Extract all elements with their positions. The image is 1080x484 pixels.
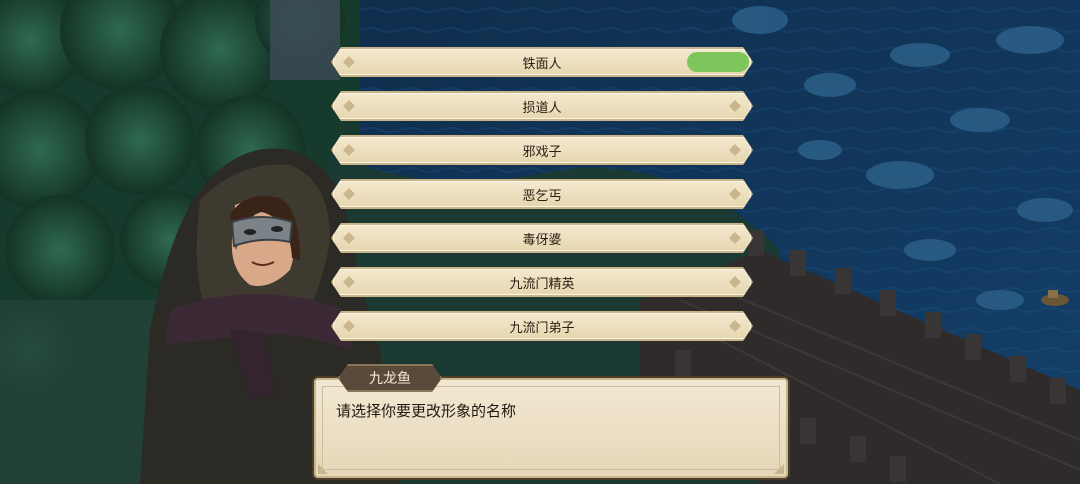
option-item-jiuliumen-dizi[interactable]: 九流门弟子: [331, 311, 753, 341]
option-item-xiexizi[interactable]: 邪戏子: [331, 135, 753, 165]
option-item-sundaoren[interactable]: 损道人: [331, 91, 753, 121]
option-label: 毒伢婆: [522, 232, 562, 248]
dialog-inner-border: [322, 386, 780, 470]
option-item-eqigai[interactable]: 恶乞丐: [331, 179, 753, 209]
speaker-name: 九龙鱼: [369, 371, 411, 387]
corner-ornament-icon: [318, 464, 328, 474]
diamond-ornament-icon: [729, 276, 741, 288]
option-item-tiemianren[interactable]: 铁面人: [331, 47, 753, 77]
corner-ornament-icon: [774, 464, 784, 474]
dialog-box[interactable]: 请选择你要更改形象的名称: [314, 378, 788, 478]
selected-marker: [687, 52, 749, 72]
diamond-ornament-icon: [729, 320, 741, 332]
option-item-jiuliumen-jingying[interactable]: 九流门精英: [331, 267, 753, 297]
diamond-ornament-icon: [729, 100, 741, 112]
option-label: 九流门弟子: [509, 320, 575, 336]
speaker-nametag: 九龙鱼: [338, 364, 442, 392]
diamond-ornament-icon: [729, 144, 741, 156]
option-label: 邪戏子: [522, 144, 562, 160]
diamond-ornament-icon: [729, 188, 741, 200]
option-item-duyapo[interactable]: 毒伢婆: [331, 223, 753, 253]
diamond-ornament-icon: [729, 232, 741, 244]
option-label: 恶乞丐: [522, 188, 562, 204]
dialog-text: 请选择你要更改形象的名称: [336, 402, 517, 420]
option-label: 九流门精英: [509, 276, 575, 292]
option-label: 损道人: [522, 100, 562, 116]
